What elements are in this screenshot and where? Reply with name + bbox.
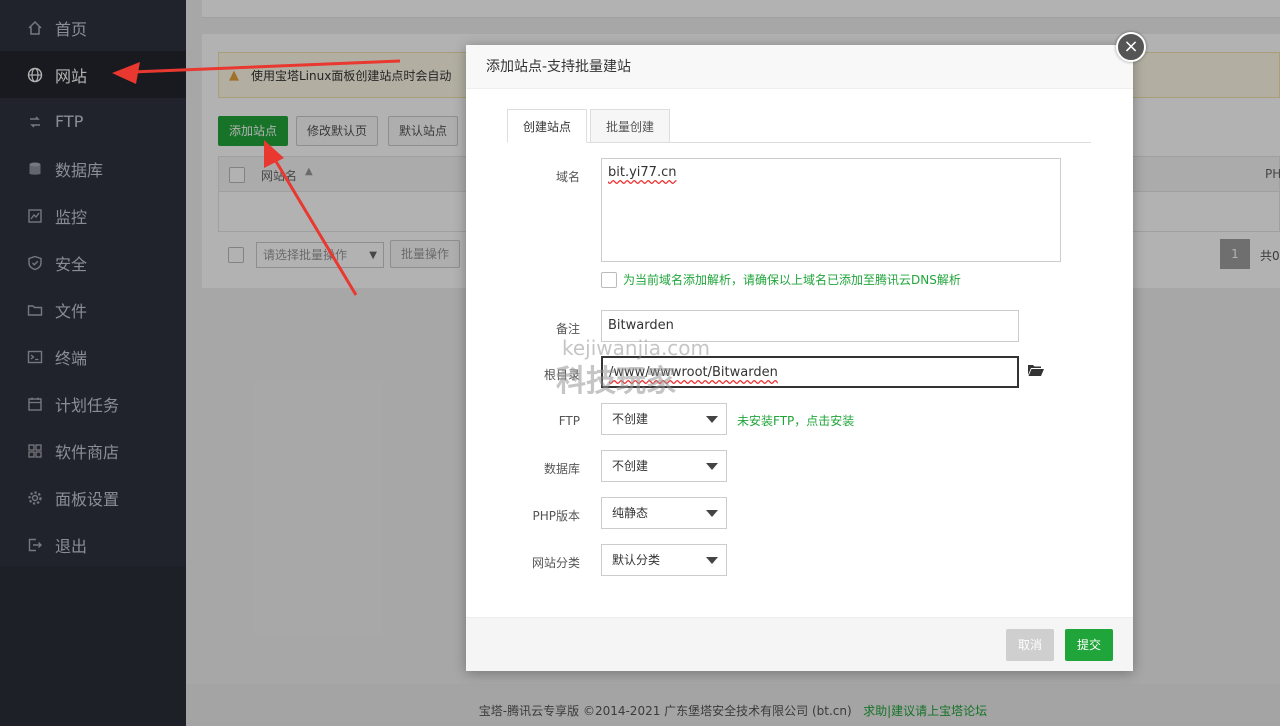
cancel-button[interactable]: 取消 [1006,629,1055,661]
tab-batch-create[interactable]: 批量创建 [590,109,671,143]
ftp-select-value: 不创建 [612,412,649,426]
domain-value: bit.yi77.cn [608,165,677,180]
remark-value: Bitwarden [608,318,674,333]
dns-option[interactable]: 为当前域名添加解析，请确保以上域名已添加至腾讯云DNS解析 [601,271,961,288]
modal-title: 添加站点-支持批量建站 [466,45,1133,89]
site-category-select[interactable]: 默认分类 [601,544,727,576]
dns-checkbox-label: 为当前域名添加解析，请确保以上域名已添加至腾讯云DNS解析 [623,273,961,287]
submit-button[interactable]: 提交 [1065,629,1114,661]
site-category-label: 网站分类 [531,556,580,570]
domain-label: 域名 [555,170,580,184]
add-site-modal: 添加站点-支持批量建站 创建站点 批量创建 域名 bit.yi77.cn 为当前… [466,45,1133,671]
site-category-value: 默认分类 [612,553,661,567]
database-label: 数据库 [543,462,580,476]
close-icon[interactable]: × [1116,32,1146,62]
caret-down-icon [706,510,718,517]
remark-label: 备注 [555,322,580,336]
php-version-label: PHP版本 [532,509,581,523]
domain-textarea[interactable]: bit.yi77.cn [601,158,1061,262]
ftp-select[interactable]: 不创建 [601,403,727,435]
remark-input[interactable]: Bitwarden [601,310,1019,342]
modal-tabs: 创建站点 批量创建 [507,109,1091,143]
caret-down-icon [706,416,718,423]
database-select-value: 不创建 [612,459,649,473]
caret-down-icon [706,463,718,470]
caret-down-icon [706,557,718,564]
tab-create-site[interactable]: 创建站点 [507,109,588,143]
ftp-install-link[interactable]: 未安装FTP，点击安装 [737,412,854,429]
root-dir-input[interactable]: /www/wwwroot/Bitwarden [601,356,1019,388]
root-dir-label: 根目录 [543,368,580,382]
dns-checkbox[interactable] [601,271,617,288]
php-version-value: 纯静态 [612,506,649,520]
php-version-select[interactable]: 纯静态 [601,497,727,529]
ftp-label: FTP [558,414,580,428]
database-select[interactable]: 不创建 [601,450,727,482]
folder-open-icon[interactable] [1027,363,1045,377]
root-dir-value: /www/wwwroot/Bitwarden [609,365,778,380]
modal-footer: 取消 提交 [466,617,1133,671]
